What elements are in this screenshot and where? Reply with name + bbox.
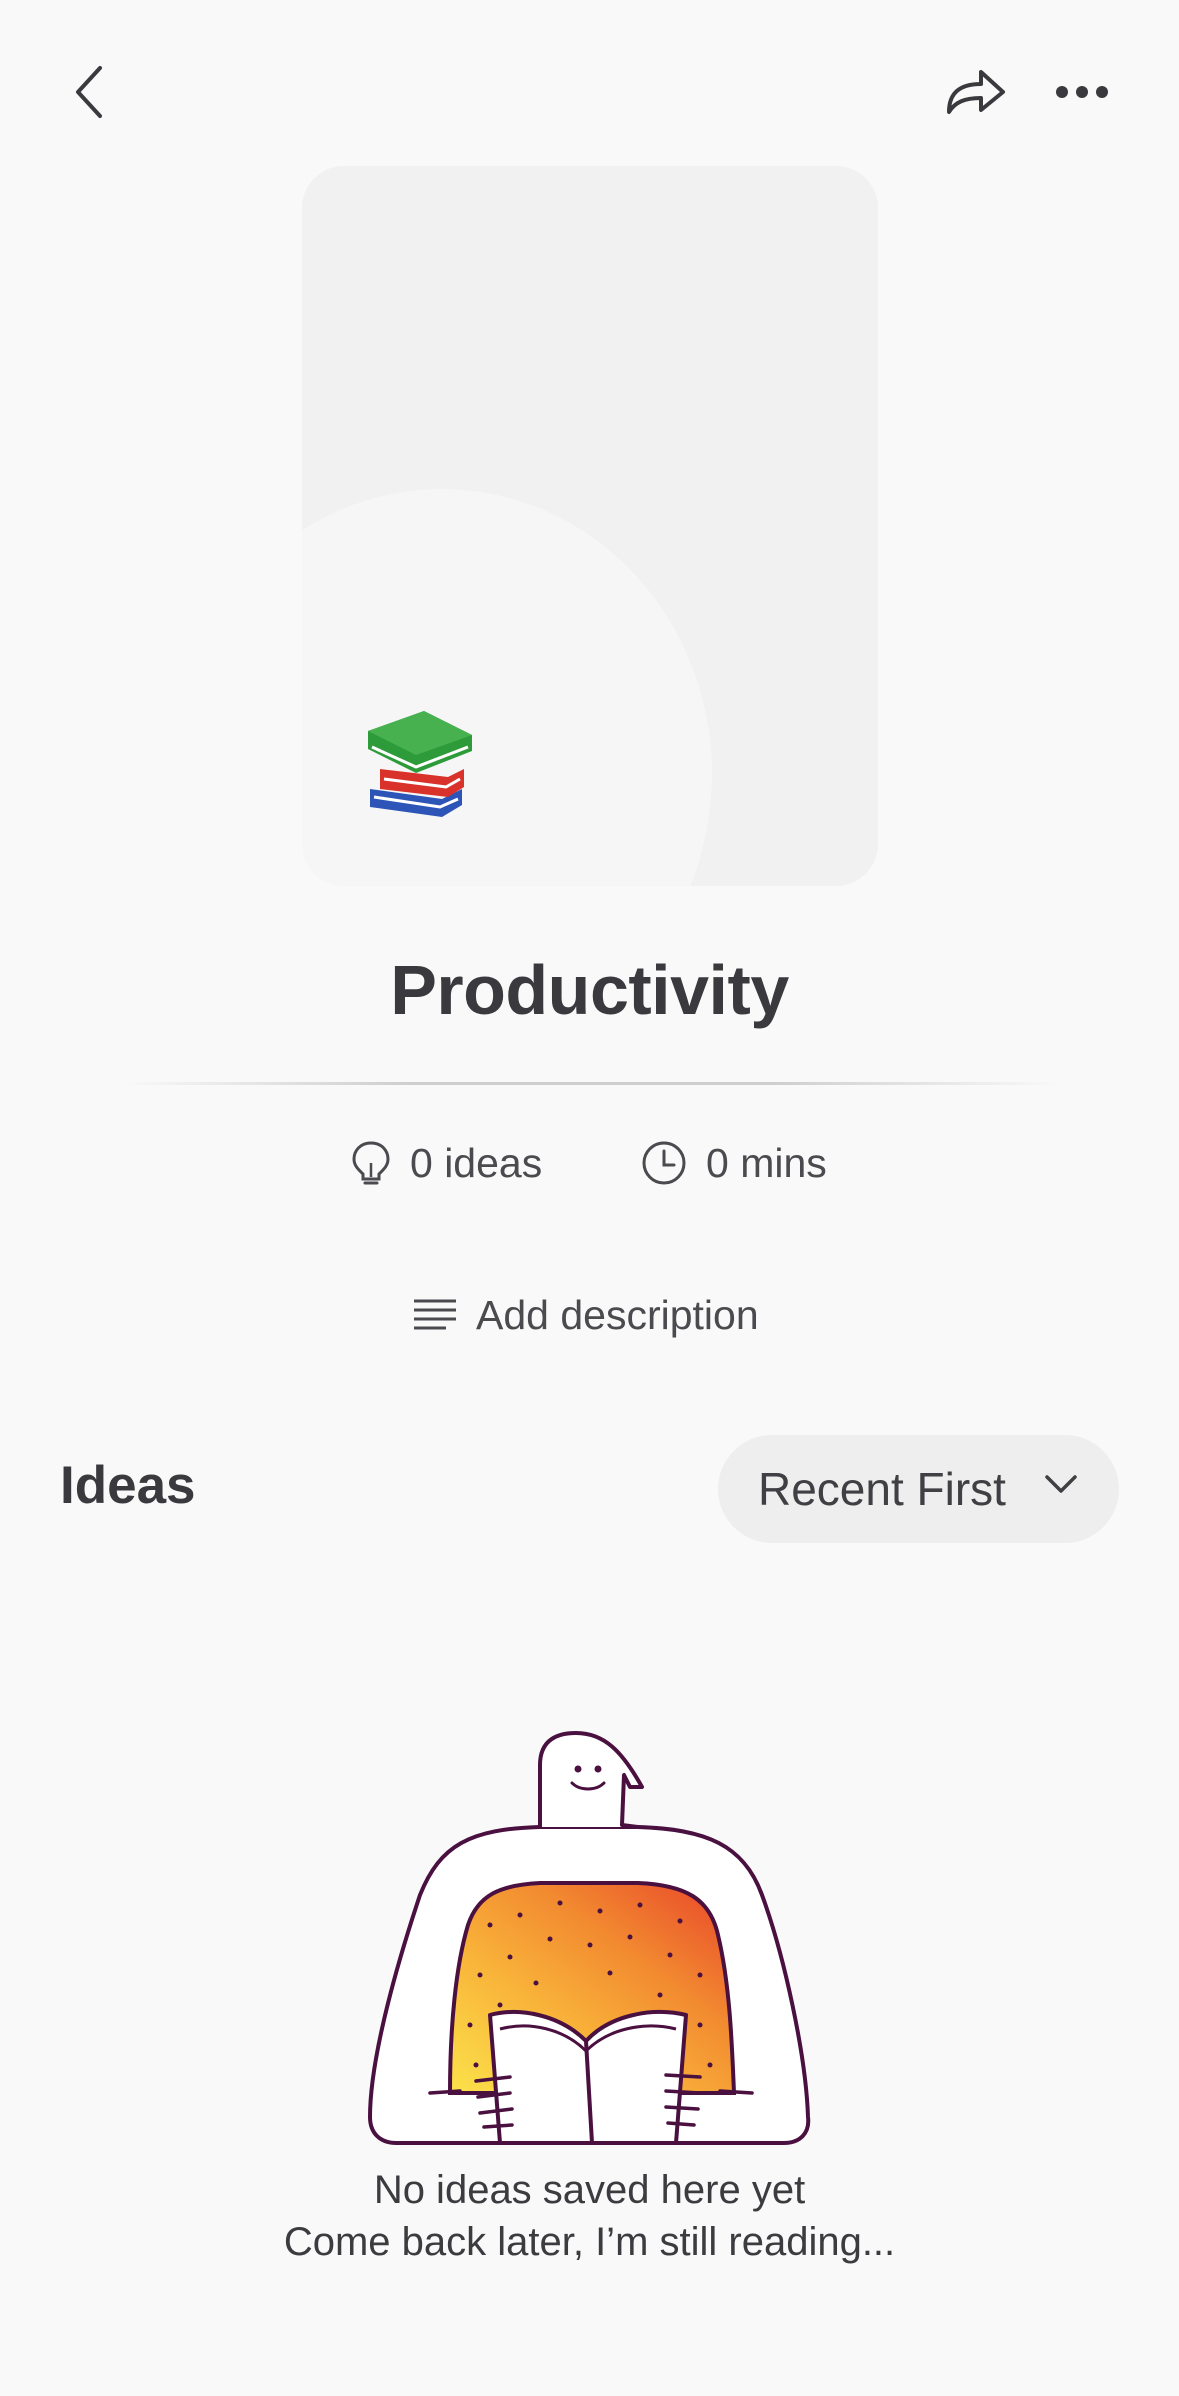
- text-lines-icon: [414, 1299, 456, 1330]
- share-button[interactable]: [935, 52, 1015, 132]
- share-arrow-icon: [947, 70, 1005, 114]
- sort-dropdown[interactable]: Recent First: [718, 1435, 1119, 1543]
- duration-count: 0 mins: [640, 1130, 827, 1196]
- books-icon: [368, 711, 472, 817]
- title-divider: [120, 1082, 1060, 1085]
- empty-state-subtitle: Come back later, I’m still reading...: [283, 2220, 896, 2264]
- empty-state-title: No ideas saved here yet: [373, 2168, 806, 2212]
- more-options-button[interactable]: [1042, 52, 1122, 132]
- add-description-label: Add description: [476, 1291, 759, 1338]
- chevron-down-icon: [1045, 1475, 1077, 1493]
- more-dots-icon: [1056, 86, 1108, 98]
- collection-cover[interactable]: [302, 166, 878, 886]
- sort-dropdown-label: Recent First: [758, 1463, 1006, 1515]
- reading-person-illustration: [367, 1731, 811, 2145]
- chevron-left-icon: [76, 66, 102, 118]
- back-button[interactable]: [50, 52, 130, 132]
- lightbulb-icon: [352, 1141, 390, 1185]
- ideas-count: 0 ideas: [350, 1130, 542, 1196]
- ideas-section-heading: Ideas: [60, 1456, 196, 1515]
- duration-label: 0 mins: [706, 1139, 827, 1186]
- collection-title[interactable]: Productivity: [0, 950, 1179, 1030]
- clock-icon: [642, 1141, 686, 1185]
- add-description-button[interactable]: Add description: [412, 1282, 759, 1348]
- ideas-count-label: 0 ideas: [410, 1139, 543, 1186]
